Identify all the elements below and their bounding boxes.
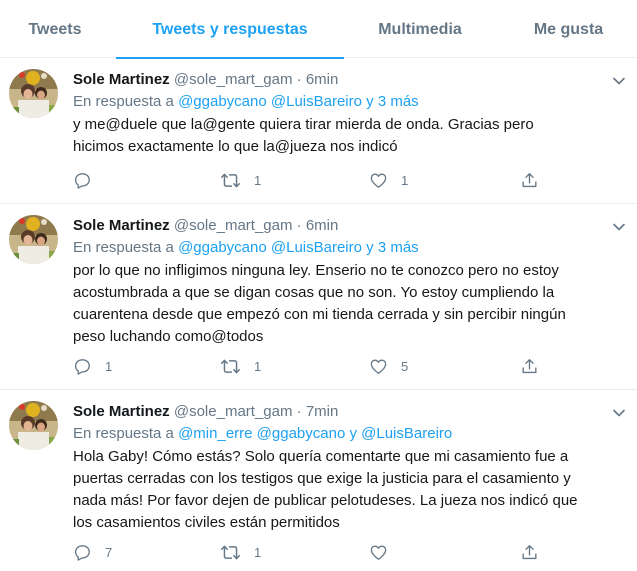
tweet-text-line: acostumbrada a que se digan cosas que no…	[73, 284, 555, 301]
tweet-text: Hola Gaby! Cómo estás? Solo quería comen…	[73, 446, 628, 534]
avatar[interactable]	[9, 401, 58, 450]
timestamp[interactable]: 7min	[306, 403, 339, 420]
author-handle[interactable]: @sole_mart_gam	[174, 71, 293, 88]
tab-media[interactable]: Multimedia	[350, 0, 490, 58]
tweet-text-line: Hola Gaby! Cómo estás? Solo quería comen…	[73, 448, 569, 465]
reply-icon	[74, 544, 90, 561]
tweet[interactable]: Sole Martinez @sole_mart_gam · 6min En r…	[0, 205, 637, 390]
reply-prefix: En respuesta a	[73, 425, 174, 442]
mention-link[interactable]: @ggabycano	[178, 239, 267, 256]
retweet-count: 1	[254, 544, 262, 560]
retweet-count: 1	[254, 358, 262, 374]
author-name[interactable]: Sole Martinez	[73, 217, 170, 234]
separator-dot: ·	[296, 71, 302, 88]
share-icon	[522, 358, 537, 373]
like-button[interactable]	[369, 541, 401, 563]
separator-dot: ·	[296, 217, 302, 234]
mention-link[interactable]: @LuisBareiro	[271, 93, 362, 110]
author-name[interactable]: Sole Martinez	[73, 403, 170, 420]
share-button[interactable]	[520, 355, 539, 377]
tab-tweets[interactable]: Tweets	[0, 0, 110, 58]
tweet-text: por lo que no infligimos ninguna ley. En…	[73, 260, 628, 348]
tweet-text-line: hicimos exactamente lo que la@jueza nos …	[73, 138, 398, 155]
timestamp[interactable]: 6min	[306, 71, 339, 88]
tweet-header: Sole Martinez @sole_mart_gam · 7min	[73, 401, 628, 423]
reply-count: 1	[105, 358, 113, 374]
tweet-header: Sole Martinez @sole_mart_gam · 6min	[73, 215, 628, 237]
tab-tweets-and-replies-label: Tweets y respuestas	[152, 21, 308, 38]
tweet-text-line: los casamientos civiles están permitidos	[73, 514, 340, 531]
retweet-button[interactable]: 1	[220, 355, 261, 377]
reply-prefix: En respuesta a	[73, 239, 174, 256]
reply-context: En respuesta a @ggabycano @LuisBareiro y…	[73, 91, 628, 113]
tab-likes[interactable]: Me gusta	[500, 0, 637, 58]
tweet[interactable]: Sole Martinez @sole_mart_gam · 7min En r…	[0, 391, 637, 571]
retweet-button[interactable]: 1	[220, 541, 261, 563]
reply-others-link[interactable]: y 3 más	[366, 93, 419, 110]
tab-tweets-label: Tweets	[28, 21, 82, 38]
tweet[interactable]: Sole Martinez @sole_mart_gam · 6min En r…	[0, 59, 637, 204]
like-button[interactable]: 5	[369, 355, 408, 377]
mention-link[interactable]: @ggabycano	[178, 93, 267, 110]
reply-others-link[interactable]: y @LuisBareiro	[349, 425, 452, 442]
share-button[interactable]	[520, 169, 539, 191]
like-count: 5	[401, 358, 409, 374]
tweet-header: Sole Martinez @sole_mart_gam · 6min	[73, 69, 628, 91]
tab-media-label: Multimedia	[378, 21, 462, 38]
author-handle[interactable]: @sole_mart_gam	[174, 217, 293, 234]
tweet-content: Sole Martinez @sole_mart_gam · 7min En r…	[73, 401, 628, 534]
share-icon	[522, 544, 537, 559]
tweet-text-line: y me@duele que la@gente quiera tirar mie…	[73, 116, 534, 133]
reply-context: En respuesta a @min_erre @ggabycano y @L…	[73, 423, 628, 445]
tweet-text-line: puertas cerradas con los testigos que ex…	[73, 470, 571, 487]
retweet-icon	[220, 173, 241, 187]
avatar[interactable]	[9, 69, 58, 118]
mention-link[interactable]: @LuisBareiro	[271, 239, 362, 256]
author-handle[interactable]: @sole_mart_gam	[174, 403, 293, 420]
tweet-text: y me@duele que la@gente quiera tirar mie…	[73, 114, 628, 158]
tweet-actions: 7 1	[73, 541, 543, 563]
avatar[interactable]	[9, 215, 58, 264]
separator-dot: ·	[296, 403, 302, 420]
share-icon	[522, 172, 537, 187]
reply-others-link[interactable]: y 3 más	[366, 239, 419, 256]
tweet-text-line: cuarentena desde que empezó con mi tiend…	[73, 306, 566, 323]
reply-count: 7	[105, 544, 113, 560]
author-name[interactable]: Sole Martinez	[73, 71, 170, 88]
reply-context: En respuesta a @ggabycano @LuisBareiro y…	[73, 237, 628, 259]
tweet-actions: 1 1 5	[73, 355, 543, 377]
profile-tabs: Tweets Tweets y respuestas Multimedia Me…	[0, 0, 637, 59]
reply-icon	[74, 172, 90, 189]
tweet-text-line: peso luchando como@todos	[73, 328, 264, 345]
retweet-icon	[220, 545, 241, 559]
tweet-content: Sole Martinez @sole_mart_gam · 6min En r…	[73, 215, 628, 348]
retweet-count: 1	[254, 172, 262, 188]
like-count: 1	[401, 172, 409, 188]
reply-prefix: En respuesta a	[73, 93, 174, 110]
tweet-text-line: por lo que no infligimos ninguna ley. En…	[73, 262, 559, 279]
heart-icon	[370, 358, 387, 374]
tweet-actions: 1 1	[73, 169, 543, 191]
mention-link[interactable]: @ggabycano	[257, 425, 346, 442]
retweet-button[interactable]: 1	[220, 169, 261, 191]
reply-button[interactable]	[73, 169, 105, 191]
like-button[interactable]: 1	[369, 169, 408, 191]
tab-tweets-and-replies[interactable]: Tweets y respuestas	[116, 0, 344, 59]
retweet-icon	[220, 359, 241, 373]
reply-button[interactable]: 7	[73, 541, 112, 563]
tweet-text-line: nada más! Por favor dejen de publicar pe…	[73, 492, 578, 509]
reply-icon	[74, 358, 90, 375]
share-button[interactable]	[520, 541, 539, 563]
tweet-content: Sole Martinez @sole_mart_gam · 6min En r…	[73, 69, 628, 158]
timestamp[interactable]: 6min	[306, 217, 339, 234]
heart-icon	[370, 172, 387, 188]
reply-button[interactable]: 1	[73, 355, 112, 377]
mention-link[interactable]: @min_erre	[178, 425, 252, 442]
tab-likes-label: Me gusta	[533, 21, 604, 38]
heart-icon	[370, 544, 387, 560]
